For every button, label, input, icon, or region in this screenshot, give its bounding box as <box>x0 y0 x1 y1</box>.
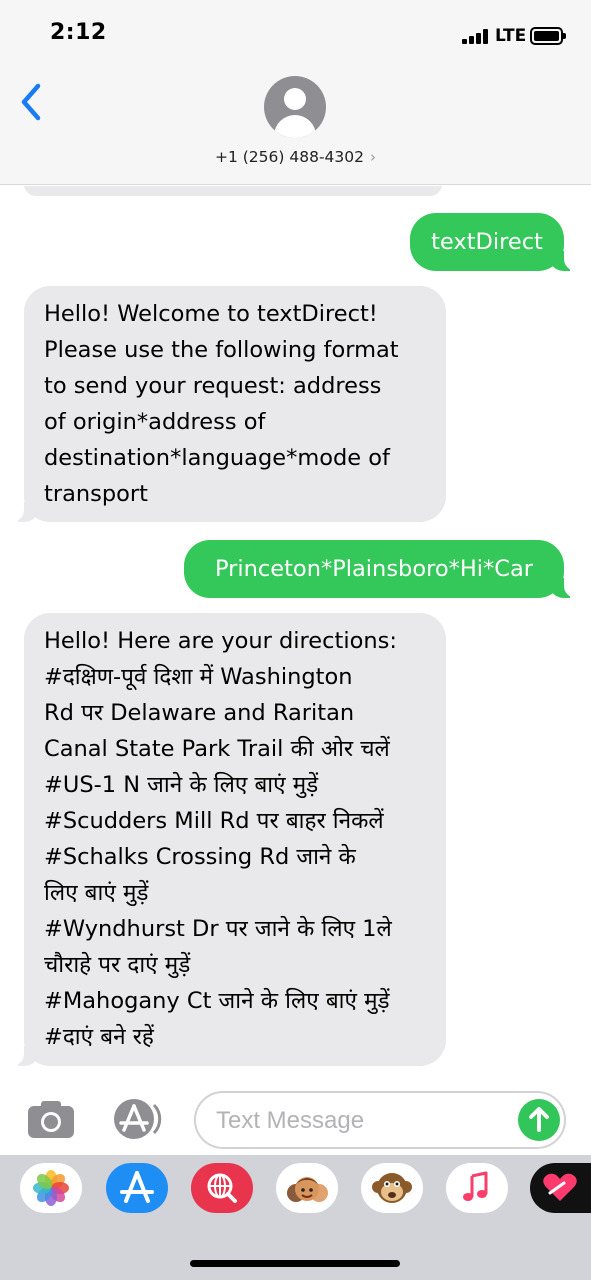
web-search-app-button[interactable] <box>191 1163 253 1213</box>
message-line: Hello! Here are your directions: <box>44 628 397 654</box>
message-line: to send your request: address <box>44 373 382 399</box>
contact-avatar[interactable] <box>264 76 326 138</box>
message-line: Princeton*Plainsboro*Hi*Car <box>214 556 534 582</box>
message-line: #Wyndhurst Dr पर जाने के लिए 1ले <box>44 916 392 942</box>
incoming-message-bubble[interactable]: Hello! Here are your directions: #दक्षिण… <box>12 613 446 1066</box>
outgoing-message-bubble[interactable]: Princeton*Plainsboro*Hi*Car <box>184 540 576 598</box>
music-app-button[interactable] <box>446 1163 508 1213</box>
battery-icon <box>530 27 566 45</box>
memoji-icon <box>287 1177 328 1202</box>
photos-icon <box>33 1170 69 1206</box>
message-line: Hello! Welcome to textDirect! <box>44 301 378 327</box>
message-line: textDirect <box>431 229 543 255</box>
conversation-header: +1 (256) 488-4302 › <box>0 70 591 185</box>
back-button[interactable] <box>14 80 54 124</box>
message-thread[interactable]: textDirect Hello! Welcome to textDirect!… <box>0 186 591 1076</box>
message-line: लिए बाएं मुड़ें <box>44 880 149 906</box>
heart-icon <box>543 1173 577 1201</box>
app-store-icon <box>120 1171 154 1203</box>
message-bubble-partial <box>24 186 442 196</box>
chevron-right-icon: › <box>370 148 376 166</box>
message-line: #Mahogany Ct जाने के लिए बाएं मुड़ें <box>44 988 390 1014</box>
message-line: destination*language*mode of <box>44 445 390 471</box>
send-button[interactable] <box>518 1099 560 1141</box>
contact-number: +1 (256) 488-4302 <box>214 148 364 166</box>
globe-search-icon <box>207 1173 237 1203</box>
status-time: 2:12 <box>50 20 107 45</box>
message-input-field[interactable] <box>194 1091 566 1149</box>
outgoing-message-bubble[interactable]: textDirect <box>410 213 576 271</box>
message-line: Please use the following format <box>44 337 399 363</box>
message-line: transport <box>44 481 148 507</box>
person-icon <box>284 88 306 110</box>
digital-touch-app-button[interactable] <box>530 1163 591 1213</box>
monkey-icon <box>372 1173 412 1203</box>
apps-button[interactable] <box>109 1097 167 1141</box>
camera-icon <box>28 1101 74 1138</box>
home-indicator[interactable] <box>190 1260 400 1267</box>
contact-name-button[interactable]: +1 (256) 488-4302 › <box>0 148 591 166</box>
cellular-signal-icon <box>462 29 490 44</box>
appstore-icon <box>114 1099 162 1139</box>
message-line: #Scudders Mill Rd पर बाहर निकलें <box>44 808 384 834</box>
camera-button[interactable] <box>26 1098 76 1140</box>
message-input[interactable] <box>216 1103 506 1139</box>
status-bar: 2:12 LTE <box>0 0 591 70</box>
message-line: of origin*address of <box>44 409 266 435</box>
incoming-message-bubble[interactable]: Hello! Welcome to textDirect! Please use… <box>12 286 446 522</box>
arrow-up-icon <box>529 1107 549 1132</box>
music-note-icon <box>463 1171 488 1201</box>
chevron-left-icon <box>21 83 41 121</box>
message-line: #दक्षिण-पूर्व दिशा में Washington <box>44 664 353 690</box>
message-line: चौराहे पर दाएं मुड़ें <box>44 952 191 978</box>
network-type: LTE <box>495 26 527 46</box>
app-store-app-button[interactable] <box>106 1163 168 1213</box>
memoji-stickers-app-button[interactable] <box>276 1163 338 1213</box>
message-line: #US-1 N जाने के लिए बाएं मुड़ें <box>44 772 319 798</box>
message-line: #Schalks Crossing Rd जाने के <box>44 844 356 870</box>
animoji-app-button[interactable] <box>361 1163 423 1213</box>
message-line: #दाएं बने रहें <box>44 1024 154 1050</box>
message-line: Rd पर Delaware and Raritan <box>44 700 355 726</box>
photos-app-button[interactable] <box>20 1163 82 1213</box>
message-line: Canal State Park Trail की ओर चलें <box>44 736 390 762</box>
